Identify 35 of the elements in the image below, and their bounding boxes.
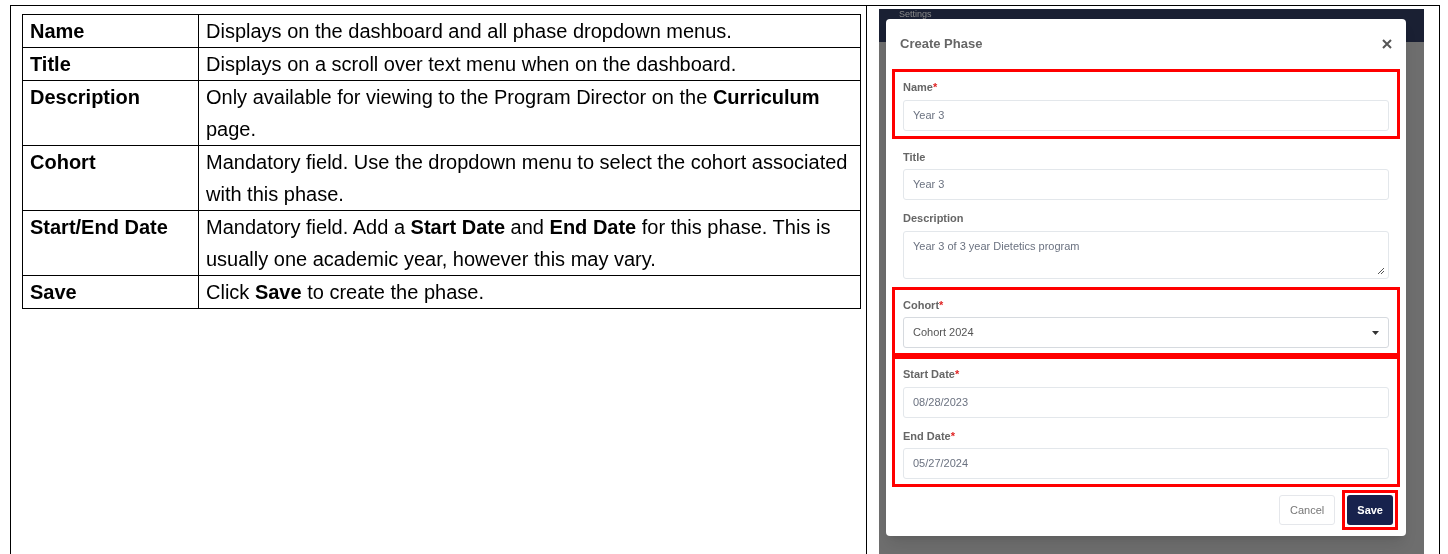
description-cell: Displays on the dashboard and all phase dropdown menus. bbox=[198, 14, 861, 48]
description-cell: Displays on a scroll over text menu when on the dashboard. bbox=[198, 47, 861, 81]
description-cell: Only available for viewing to the Program Director on the Curriculum page. bbox=[198, 80, 861, 146]
caret-icon bbox=[1372, 330, 1379, 335]
description-cell: Mandatory field. Use the dropdown menu to select the cohort associated with this phase. bbox=[198, 145, 861, 211]
close-icon[interactable] bbox=[1382, 39, 1392, 49]
field-label: Start Date bbox=[903, 367, 955, 382]
description-cell: Click Save to create the phase. bbox=[198, 275, 861, 309]
select-field[interactable]: Cohort 2024 bbox=[903, 317, 1389, 348]
required-marker: * bbox=[932, 80, 938, 95]
field-label: Name bbox=[903, 80, 933, 95]
field-label: Cohort bbox=[903, 297, 940, 313]
required-marker: * bbox=[950, 428, 955, 444]
input-field[interactable]: Year 3 bbox=[903, 99, 1389, 131]
term-cell: Cohort bbox=[22, 145, 199, 211]
term-cell: Title bbox=[22, 47, 199, 81]
cancel-button[interactable]: Cancel bbox=[1279, 495, 1336, 525]
required-marker: * bbox=[954, 367, 960, 382]
save-button[interactable]: Save bbox=[1347, 495, 1393, 525]
text-area[interactable]: Year 3 of 3 year Dietetics program bbox=[903, 230, 1389, 279]
dialog-title: Create Phase bbox=[900, 35, 983, 54]
field-label: Title bbox=[903, 149, 926, 165]
input-field[interactable]: 05/27/2024 bbox=[903, 448, 1389, 479]
input-field[interactable]: 08/28/2023 bbox=[903, 386, 1389, 418]
term-cell: Name bbox=[22, 14, 199, 48]
term-cell: Start/End Date bbox=[22, 210, 199, 276]
resize-grip-icon[interactable] bbox=[1376, 265, 1385, 275]
input-field[interactable]: Year 3 bbox=[903, 169, 1389, 200]
term-cell: Description bbox=[22, 80, 199, 146]
header-title: Settings bbox=[899, 9, 932, 19]
term-cell: Save bbox=[22, 275, 199, 309]
field-label: End Date bbox=[903, 428, 951, 444]
field-label: Description bbox=[903, 211, 964, 226]
description-cell: Mandatory field. Add a Start Date and End Date for this phase. This is usually one academic year, however this may vary. bbox=[198, 210, 861, 276]
required-marker: * bbox=[939, 297, 944, 313]
